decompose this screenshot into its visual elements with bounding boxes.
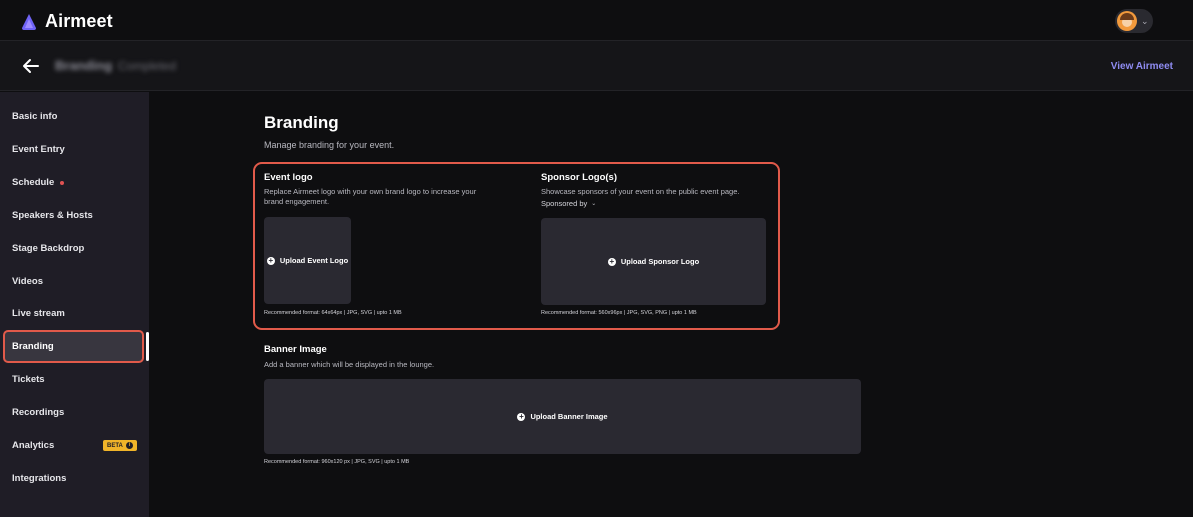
info-icon: i <box>125 442 133 449</box>
plus-circle-icon: + <box>517 411 526 421</box>
chevron-down-icon: ⌄ <box>1141 15 1149 26</box>
sidebar-item-label: Basic info <box>12 111 58 122</box>
sponsor-logo-desc: Showcase sponsors of your event on the p… <box>541 187 740 196</box>
page-title: Branding <box>264 113 339 132</box>
notification-dot <box>60 180 65 185</box>
banner-recommended: Recommended format: 960x120 px | JPG, SV… <box>264 459 410 465</box>
chevron-down-icon: ⌄ <box>591 201 597 207</box>
upload-sponsor-logo-button[interactable]: + Upload Sponsor Logo <box>541 218 766 305</box>
sponsored-by-dropdown[interactable]: Sponsored by ⌄ <box>541 199 596 208</box>
sponsored-by-label: Sponsored by <box>541 199 588 208</box>
sidebar: Basic info Event Entry Schedule Speakers… <box>0 92 149 517</box>
event-status: Completed <box>118 59 177 73</box>
event-logo-recommended: Recommended format: 64x64px | JPG, SVG |… <box>264 310 402 316</box>
back-arrow-icon[interactable] <box>20 55 42 77</box>
app-name: Airmeet <box>45 11 113 31</box>
event-logo-desc-2: brand engagement. <box>264 197 330 206</box>
sidebar-item-label: Recordings <box>12 407 65 418</box>
sidebar-item-stage-backdrop[interactable]: Stage Backdrop <box>0 232 149 265</box>
upload-event-logo-label: Upload Event Logo <box>279 256 349 265</box>
avatar <box>1117 11 1137 31</box>
sidebar-item-recordings[interactable]: Recordings <box>0 396 149 429</box>
profile-menu[interactable]: ⌄ <box>1115 9 1153 33</box>
event-name: Branding <box>55 58 113 73</box>
event-header: Branding Completed View Airmeet <box>0 41 1193 91</box>
sidebar-item-label: Analytics <box>12 440 55 451</box>
sidebar-item-speakers-hosts[interactable]: Speakers & Hosts <box>0 199 149 232</box>
sidebar-item-integrations[interactable]: Integrations <box>0 462 149 495</box>
upload-banner-image-button[interactable]: + Upload Banner Image <box>264 379 861 454</box>
active-indicator <box>146 332 149 361</box>
sponsor-logo-recommended: Recommended format: 560x96px | JPG, SVG,… <box>541 310 697 316</box>
airmeet-logo[interactable]: Airmeet <box>20 11 113 32</box>
event-logo-desc-1: Replace Airmeet logo with your own brand… <box>264 187 477 196</box>
sidebar-item-live-stream[interactable]: Live stream <box>0 297 149 330</box>
sidebar-item-label: Branding <box>12 341 54 352</box>
sidebar-item-basic-info[interactable]: Basic info <box>0 100 149 133</box>
beta-label: BETA <box>107 442 123 449</box>
sidebar-item-analytics[interactable]: Analytics BETA i <box>0 429 149 462</box>
sidebar-item-event-entry[interactable]: Event Entry <box>0 133 149 166</box>
sponsor-logo-title: Sponsor Logo(s) <box>541 172 617 183</box>
banner-desc: Add a banner which will be displayed in … <box>264 360 435 369</box>
sidebar-item-label: Speakers & Hosts <box>12 210 93 221</box>
sidebar-item-label: Videos <box>12 276 43 287</box>
upload-banner-image-label: Upload Banner Image <box>530 412 608 421</box>
sidebar-item-label: Stage Backdrop <box>12 243 85 254</box>
sidebar-item-label: Integrations <box>12 473 67 484</box>
upload-sponsor-logo-label: Upload Sponsor Logo <box>620 257 700 266</box>
plus-circle-icon: + <box>607 256 616 266</box>
sidebar-item-videos[interactable]: Videos <box>0 265 149 298</box>
sidebar-item-tickets[interactable]: Tickets <box>0 363 149 396</box>
sidebar-item-label: Live stream <box>12 308 65 319</box>
sidebar-item-branding[interactable]: Branding <box>3 330 144 363</box>
top-bar: Airmeet ⌄ <box>0 0 1193 41</box>
plus-circle-icon: + <box>266 255 275 265</box>
beta-badge: BETA i <box>103 440 137 451</box>
page-subtitle: Manage branding for your event. <box>264 140 395 150</box>
banner-title: Banner Image <box>264 344 327 355</box>
sidebar-item-label: Schedule <box>12 177 55 188</box>
sidebar-item-label: Event Entry <box>12 144 65 155</box>
airmeet-logo-icon <box>22 13 36 30</box>
view-airmeet-link[interactable]: View Airmeet <box>1111 61 1173 72</box>
event-logo-title: Event logo <box>264 172 313 183</box>
sidebar-item-schedule[interactable]: Schedule <box>0 166 149 199</box>
sidebar-item-label: Tickets <box>12 374 45 385</box>
upload-event-logo-button[interactable]: + Upload Event Logo <box>264 217 351 304</box>
